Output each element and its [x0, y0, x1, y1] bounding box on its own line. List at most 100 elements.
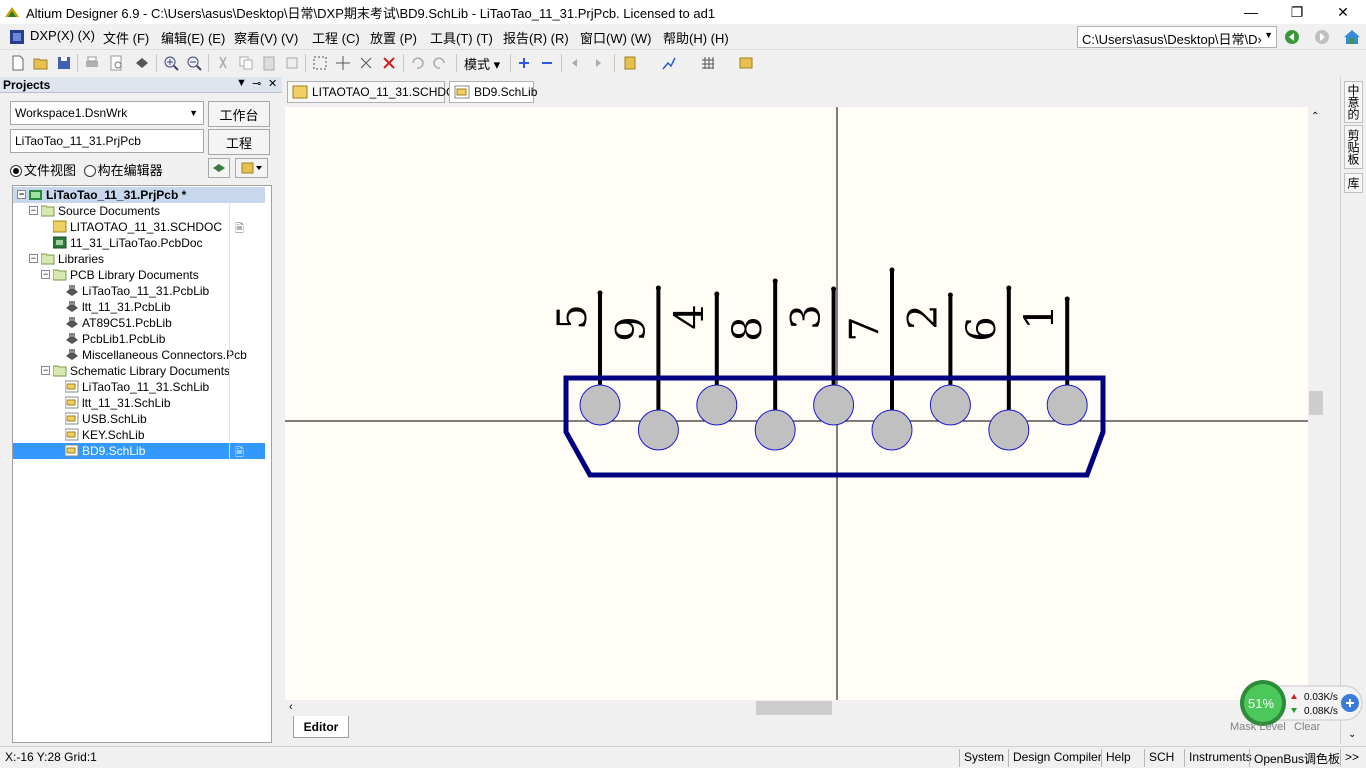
tab-bd9-schlib[interactable]: BD9.SchLib: [449, 81, 537, 103]
graph-icon[interactable]: [661, 55, 677, 71]
home-icon[interactable]: [1343, 29, 1361, 45]
redo-icon[interactable]: [432, 55, 448, 71]
previous-icon[interactable]: [567, 55, 583, 71]
tree-item[interactable]: USB.SchLib: [13, 411, 265, 427]
pad-1[interactable]: [1046, 384, 1088, 426]
paste-icon[interactable]: [261, 55, 277, 71]
tree-folder[interactable]: − Source Documents: [13, 203, 265, 219]
status-design-compiler-button[interactable]: Design Compiler: [1008, 749, 1106, 767]
project-field[interactable]: LiTaoTao_11_31.PrjPcb: [10, 129, 204, 153]
open-folder-icon[interactable]: [33, 55, 49, 71]
workspace-button[interactable]: 工作台: [208, 101, 270, 127]
print-preview-icon[interactable]: [108, 55, 124, 71]
menu-reports[interactable]: 报告(R) (R): [503, 28, 569, 47]
tree-item[interactable]: KEY.SchLib: [13, 427, 265, 443]
project-dropdown-button[interactable]: [235, 158, 268, 178]
remove-icon[interactable]: [539, 55, 555, 71]
cut-icon[interactable]: [215, 55, 231, 71]
next-icon[interactable]: [590, 55, 606, 71]
library-icon[interactable]: [738, 55, 754, 71]
status-help-button[interactable]: Help: [1101, 749, 1135, 767]
collapse-toggle-icon[interactable]: −: [17, 190, 26, 199]
tree-item[interactable]: 11_31_LiTaoTao.PcbDoc: [13, 235, 265, 251]
close-button[interactable]: ✕: [1320, 0, 1366, 24]
radio-file-view[interactable]: 文件视图: [10, 163, 76, 178]
path-combo[interactable]: C:\Users\asus\Desktop\日常\D› ▼: [1077, 26, 1277, 48]
menu-help[interactable]: 帮助(H) (H): [663, 28, 729, 47]
status-instruments-button[interactable]: Instruments: [1184, 749, 1256, 767]
tab-litaotao-schdoc[interactable]: LITAOTAO_11_31.SCHDOC: [287, 81, 464, 103]
status-sch-button[interactable]: SCH: [1144, 749, 1178, 767]
clear-filter-icon[interactable]: [381, 55, 397, 71]
zoom-in-icon[interactable]: [163, 55, 179, 71]
status-system-button[interactable]: System: [959, 749, 1008, 767]
new-doc-icon[interactable]: [10, 55, 26, 71]
schematic-canvas[interactable]: 594837261: [285, 107, 1308, 700]
grid-icon[interactable]: [700, 55, 716, 71]
radio-struct-editor[interactable]: 构在编辑器: [83, 163, 163, 178]
menu-dxp[interactable]: DXP(X) (X): [30, 28, 95, 43]
horizontal-scrollbar[interactable]: ‹: [285, 700, 1308, 716]
horizontal-scroll-thumb[interactable]: [756, 701, 832, 715]
pad-6[interactable]: [988, 409, 1030, 451]
schematic-drawing[interactable]: 594837261: [285, 107, 1308, 700]
network-speed-widget[interactable]: 51% 0.03K/s 0.08K/s Mask Level Clear: [1228, 680, 1366, 740]
undo-icon[interactable]: [409, 55, 425, 71]
tree-item[interactable]: Miscellaneous Connectors.Pcb: [13, 347, 265, 363]
collapse-toggle-icon[interactable]: −: [41, 366, 50, 375]
save-icon[interactable]: [56, 55, 72, 71]
tree-item[interactable]: AT89C51.PcbLib: [13, 315, 265, 331]
panel-menu-icon[interactable]: ▼: [236, 77, 247, 89]
collapse-toggle-icon[interactable]: −: [29, 254, 38, 263]
tree-item[interactable]: ltt_11_31.SchLib: [13, 395, 265, 411]
zoom-out-icon[interactable]: [186, 55, 202, 71]
project-options-button[interactable]: [208, 158, 230, 178]
forward-icon[interactable]: [1314, 29, 1330, 45]
side-tab-libraries[interactable]: 库: [1344, 173, 1363, 193]
collapse-toggle-icon[interactable]: −: [29, 206, 38, 215]
pad-9[interactable]: [637, 409, 679, 451]
rubber-stamp-icon[interactable]: [284, 55, 300, 71]
pin-icon[interactable]: ⊸: [252, 77, 261, 90]
component-icon[interactable]: [622, 55, 638, 71]
panel-close-icon[interactable]: ✕: [268, 77, 277, 90]
side-tab-favorites[interactable]: 中意的: [1344, 81, 1363, 123]
editor-tab[interactable]: Editor: [293, 716, 349, 738]
pad-8[interactable]: [754, 409, 796, 451]
tree-item[interactable]: ltt_11_31.PcbLib: [13, 299, 265, 315]
back-icon[interactable]: [1284, 29, 1300, 45]
tree-item[interactable]: LITAOTAO_11_31.SCHDOC 🗎: [13, 219, 265, 235]
tree-item[interactable]: PcbLib1.PcbLib: [13, 331, 265, 347]
vertical-scroll-thumb[interactable]: [1309, 391, 1323, 415]
scroll-up-icon[interactable]: ⌃: [1311, 111, 1319, 122]
move-icon[interactable]: [335, 55, 351, 71]
select-area-icon[interactable]: [312, 55, 328, 71]
menu-tools[interactable]: 工具(T) (T): [430, 28, 493, 47]
tree-item[interactable]: BD9.SchLib 🗎: [13, 443, 265, 459]
scroll-left-icon[interactable]: ‹: [289, 701, 293, 713]
workspace-combo[interactable]: Workspace1.DsnWrk ▼: [10, 101, 204, 125]
status-openbus-button[interactable]: OpenBus调色板: [1249, 749, 1344, 767]
copy-icon[interactable]: [238, 55, 254, 71]
device-icon[interactable]: [134, 55, 150, 71]
pad-2[interactable]: [929, 384, 971, 426]
tree-folder[interactable]: − Libraries: [13, 251, 265, 267]
minimize-button[interactable]: —: [1228, 0, 1274, 24]
pad-7[interactable]: [871, 409, 913, 451]
clear-label[interactable]: Clear: [1294, 721, 1320, 733]
menu-place[interactable]: 放置 (P): [370, 28, 417, 47]
project-button[interactable]: 工程: [208, 129, 270, 155]
status-more-button[interactable]: >>: [1340, 749, 1363, 767]
tree-folder[interactable]: − PCB Library Documents: [13, 267, 265, 283]
tree-item[interactable]: LiTaoTao_11_31.SchLib: [13, 379, 265, 395]
add-icon[interactable]: [516, 55, 532, 71]
menu-window[interactable]: 窗口(W) (W): [580, 28, 651, 47]
menu-edit[interactable]: 编辑(E) (E): [161, 28, 225, 47]
menu-file[interactable]: 文件 (F): [103, 28, 149, 47]
menu-view[interactable]: 察看(V) (V): [234, 28, 298, 47]
side-tab-clipboard[interactable]: 剪贴板: [1344, 125, 1363, 169]
maximize-button[interactable]: ❐: [1274, 0, 1320, 24]
pad-3[interactable]: [813, 384, 855, 426]
tree-folder[interactable]: − LiTaoTao_11_31.PrjPcb *: [13, 187, 265, 203]
mode-dropdown[interactable]: 模式 ▾: [464, 54, 500, 73]
